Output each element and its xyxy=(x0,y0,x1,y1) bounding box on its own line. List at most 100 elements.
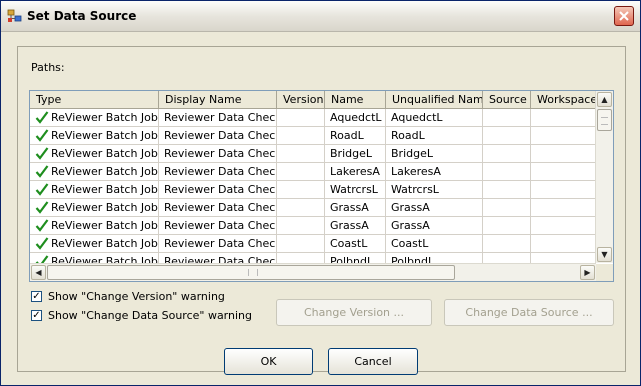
cell-version xyxy=(277,199,325,216)
table-row[interactable]: ReViewer Batch Job... Reviewer Data Check… xyxy=(30,145,596,163)
table-row[interactable]: ReViewer Batch Job... Reviewer Data Check… xyxy=(30,127,596,145)
column-header-version[interactable]: Version xyxy=(277,91,325,108)
cell-unqualified-name-text: RoadL xyxy=(391,129,425,142)
cell-type: ReViewer Batch Job... xyxy=(30,181,159,198)
green-check-icon xyxy=(35,237,49,250)
scroll-down-button[interactable]: ▼ xyxy=(597,247,612,262)
column-header-unqualified-name[interactable]: Unqualified Name xyxy=(386,91,483,108)
change-data-source-button[interactable]: Change Data Source ... xyxy=(444,299,614,326)
scroll-left-button[interactable]: ◀ xyxy=(31,265,46,280)
cell-workspace xyxy=(531,163,596,180)
cell-name-text: GrassA xyxy=(330,201,369,214)
cell-workspace xyxy=(531,145,596,162)
cell-version xyxy=(277,127,325,144)
cell-name: WatrcrsL xyxy=(325,181,386,198)
cell-type: ReViewer Batch Job... xyxy=(30,127,159,144)
cell-source xyxy=(483,199,531,216)
close-button[interactable] xyxy=(614,6,634,26)
cell-workspace xyxy=(531,181,596,198)
grid-header: Type Display Name Version Name Unqualifi… xyxy=(30,91,596,109)
green-check-icon xyxy=(35,165,49,178)
cell-type: ReViewer Batch Job... xyxy=(30,235,159,252)
vertical-scrollbar[interactable]: ▲ ▼ xyxy=(595,91,613,263)
cell-unqualified-name: LakeresA xyxy=(386,163,483,180)
cell-name-text: BridgeL xyxy=(330,147,372,160)
cell-unqualified-name-text: BridgeL xyxy=(391,147,433,160)
cell-display-name-text: Reviewer Data Check xyxy=(164,147,277,160)
cell-display-name: Reviewer Data Check xyxy=(159,235,277,252)
green-check-icon xyxy=(35,147,49,160)
cell-display-name: Reviewer Data Check xyxy=(159,109,277,126)
change-version-warning-checkbox[interactable]: ✓ xyxy=(31,291,42,302)
cancel-button[interactable]: Cancel xyxy=(328,348,418,375)
cell-unqualified-name: AquedctL xyxy=(386,109,483,126)
cell-type-text: ReViewer Batch Job... xyxy=(51,219,159,232)
table-row[interactable]: ReViewer Batch Job... Reviewer Data Check… xyxy=(30,199,596,217)
cell-workspace xyxy=(531,109,596,126)
scroll-right-button[interactable]: ▶ xyxy=(580,265,595,280)
change-data-source-warning-checkbox[interactable]: ✓ xyxy=(31,310,42,321)
cell-version xyxy=(277,235,325,252)
cell-type-text: ReViewer Batch Job... xyxy=(51,183,159,196)
cell-display-name: Reviewer Data Check xyxy=(159,145,277,162)
cell-unqualified-name: GrassA xyxy=(386,217,483,234)
change-version-warning-label[interactable]: Show "Change Version" warning xyxy=(48,290,225,303)
cell-display-name: Reviewer Data Check xyxy=(159,217,277,234)
dialog-body: Paths: Type Display Name Version Name Un… xyxy=(1,32,640,385)
change-version-button[interactable]: Change Version ... xyxy=(276,299,432,326)
cell-unqualified-name: CoastL xyxy=(386,235,483,252)
cell-workspace xyxy=(531,235,596,252)
cell-display-name-text: Reviewer Data Check xyxy=(164,201,277,214)
horizontal-scrollbar[interactable]: ◀ ▶ xyxy=(30,263,596,281)
cell-name-text: RoadL xyxy=(330,129,364,142)
paths-grid[interactable]: Type Display Name Version Name Unqualifi… xyxy=(29,90,614,282)
horizontal-scroll-thumb[interactable] xyxy=(47,265,455,280)
cell-name: GrassA xyxy=(325,199,386,216)
vertical-scroll-thumb[interactable] xyxy=(597,109,612,131)
column-header-source[interactable]: Source xyxy=(483,91,531,108)
cell-workspace xyxy=(531,127,596,144)
close-icon xyxy=(619,11,629,21)
cell-source xyxy=(483,109,531,126)
cell-display-name-text: Reviewer Data Check xyxy=(164,165,277,178)
column-header-type[interactable]: Type xyxy=(30,91,159,108)
cell-source xyxy=(483,217,531,234)
table-row[interactable]: ReViewer Batch Job... Reviewer Data Check… xyxy=(30,109,596,127)
cell-workspace xyxy=(531,199,596,216)
table-row[interactable]: ReViewer Batch Job... Reviewer Data Check… xyxy=(30,217,596,235)
title-bar[interactable]: Set Data Source xyxy=(1,1,640,32)
set-data-source-dialog: Set Data Source Paths: Type Display Name… xyxy=(0,0,641,386)
green-check-icon xyxy=(35,111,49,124)
column-header-name[interactable]: Name xyxy=(325,91,386,108)
cell-name-text: GrassA xyxy=(330,219,369,232)
column-header-workspace[interactable]: Workspace xyxy=(531,91,596,108)
cell-display-name: Reviewer Data Check xyxy=(159,127,277,144)
column-header-display-name[interactable]: Display Name xyxy=(159,91,277,108)
cell-unqualified-name: BridgeL xyxy=(386,145,483,162)
cell-unqualified-name-text: LakeresA xyxy=(391,165,441,178)
table-row[interactable]: ReViewer Batch Job... Reviewer Data Check… xyxy=(30,163,596,181)
cell-source xyxy=(483,145,531,162)
green-check-icon xyxy=(35,183,49,196)
cell-type-text: ReViewer Batch Job... xyxy=(51,147,159,160)
table-row[interactable]: ReViewer Batch Job... Reviewer Data Check… xyxy=(30,235,596,253)
ok-button[interactable]: OK xyxy=(224,348,313,375)
change-data-source-warning-label[interactable]: Show "Change Data Source" warning xyxy=(48,309,252,322)
cell-display-name: Reviewer Data Check xyxy=(159,181,277,198)
cell-name: GrassA xyxy=(325,217,386,234)
cell-unqualified-name: RoadL xyxy=(386,127,483,144)
scroll-up-button[interactable]: ▲ xyxy=(597,92,612,107)
cell-source xyxy=(483,235,531,252)
cell-source xyxy=(483,181,531,198)
cell-version xyxy=(277,145,325,162)
cell-unqualified-name: GrassA xyxy=(386,199,483,216)
cell-type-text: ReViewer Batch Job... xyxy=(51,129,159,142)
window-title: Set Data Source xyxy=(27,9,137,23)
cell-name: RoadL xyxy=(325,127,386,144)
cell-type-text: ReViewer Batch Job... xyxy=(51,237,159,250)
cell-version xyxy=(277,163,325,180)
cell-name-text: AquedctL xyxy=(330,111,382,124)
table-row[interactable]: ReViewer Batch Job... Reviewer Data Check… xyxy=(30,181,596,199)
cell-display-name-text: Reviewer Data Check xyxy=(164,183,277,196)
paths-label: Paths: xyxy=(31,61,65,74)
